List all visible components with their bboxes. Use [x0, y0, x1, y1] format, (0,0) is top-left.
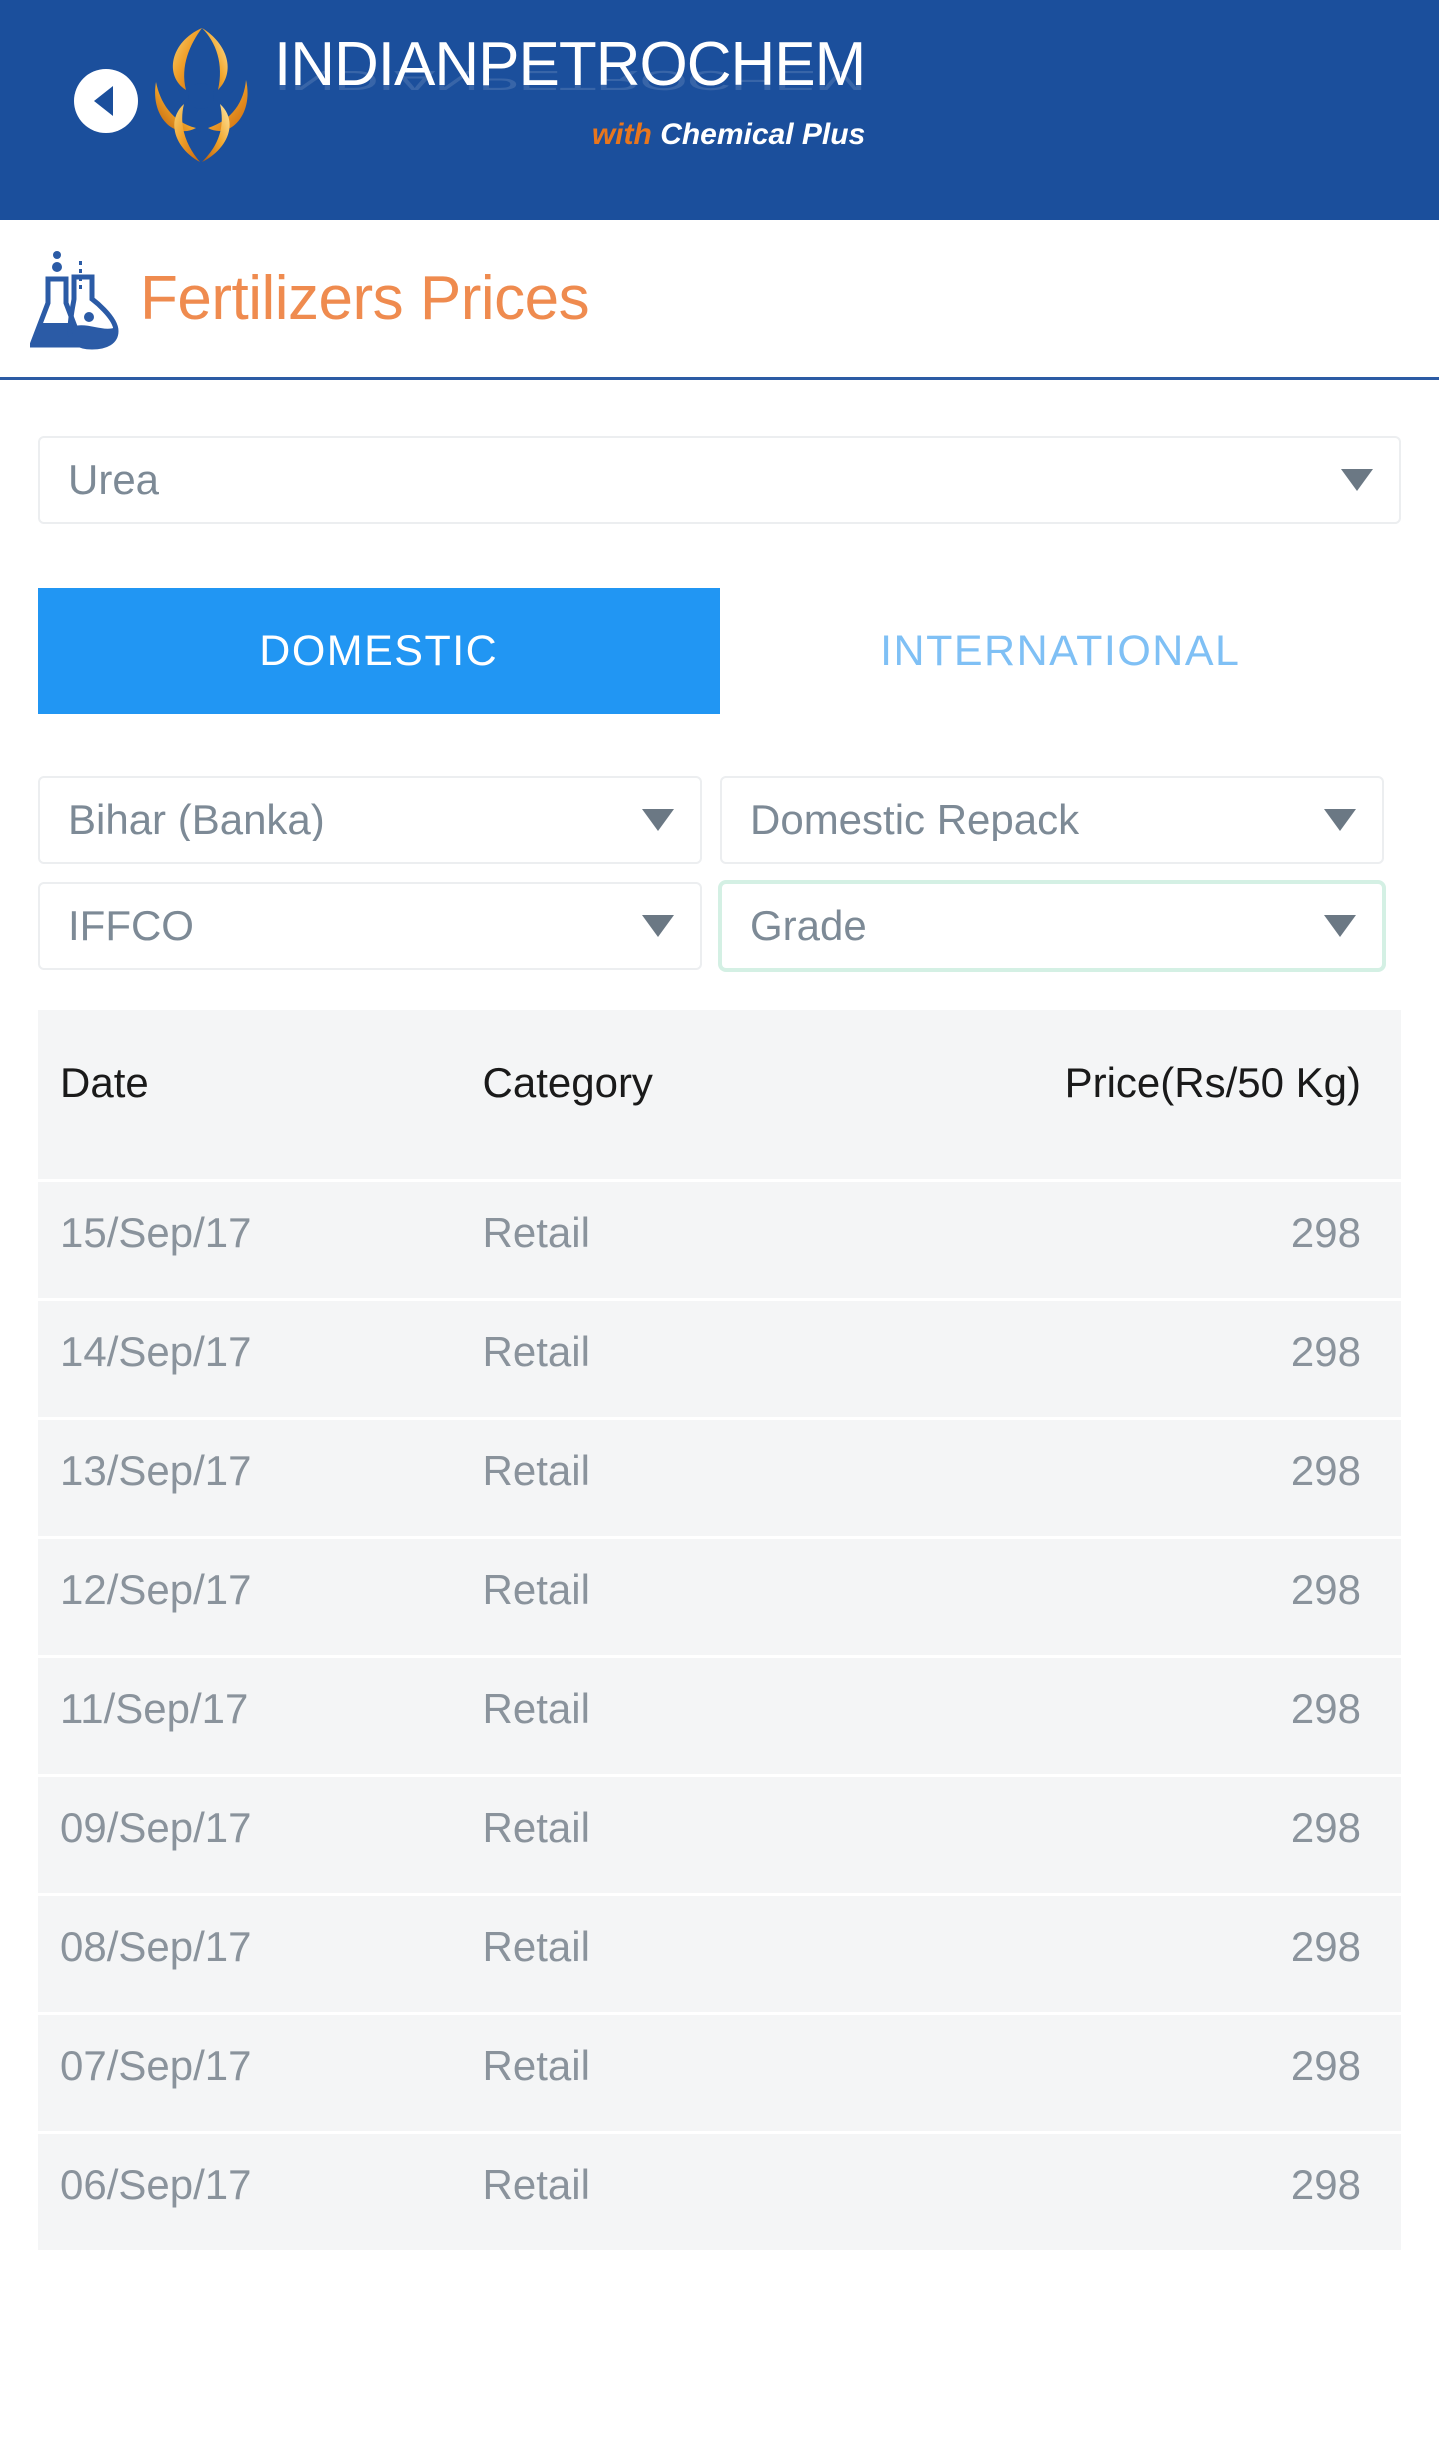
table-row[interactable]: 06/Sep/17 Retail 298	[38, 2131, 1401, 2251]
cell-price: 298	[923, 1298, 1401, 1419]
page-title-bar: Fertilizers Prices	[0, 220, 1439, 380]
table-row[interactable]: 14/Sep/17 Retail 298	[38, 1298, 1401, 1419]
table-row[interactable]: 11/Sep/17 Retail 298	[38, 1655, 1401, 1776]
brand-select[interactable]: IFFCO	[38, 882, 702, 970]
cell-price: 298	[923, 2012, 1401, 2133]
cell-date: 14/Sep/17	[38, 1298, 461, 1419]
cell-date: 07/Sep/17	[38, 2012, 461, 2133]
packaging-select-value: Domestic Repack	[750, 799, 1080, 841]
cell-category: Retail	[460, 1179, 924, 1300]
tab-international-label: INTERNATIONAL	[880, 626, 1241, 675]
table-row[interactable]: 07/Sep/17 Retail 298	[38, 2012, 1401, 2133]
brand-wordmark: INDIANPETROCHEM	[274, 30, 866, 99]
cell-category: Retail	[460, 2012, 924, 2133]
cell-date: 08/Sep/17	[38, 1893, 461, 2014]
tab-domestic[interactable]: DOMESTIC	[38, 588, 720, 714]
table-row[interactable]: 09/Sep/17 Retail 298	[38, 1774, 1401, 1895]
table-row[interactable]: 12/Sep/17 Retail 298	[38, 1536, 1401, 1657]
state-select[interactable]: Bihar (Banka)	[38, 776, 702, 864]
table-row[interactable]: 15/Sep/17 Retail 298	[38, 1179, 1401, 1300]
cell-price: 298	[923, 1179, 1401, 1300]
table-header-row: Date Category Price(Rs/50 Kg)	[38, 1010, 1401, 1181]
cell-category: Retail	[460, 1893, 924, 2014]
state-select-value: Bihar (Banka)	[68, 799, 325, 841]
column-header-date: Date	[38, 1010, 461, 1181]
cell-category: Retail	[460, 2131, 924, 2251]
lab-flask-icon	[30, 250, 119, 350]
tab-international[interactable]: INTERNATIONAL	[719, 588, 1401, 714]
product-select-value: Urea	[68, 459, 160, 501]
app-header: INDIANPETROCHEM INDIANPETROCHEM with Che…	[0, 0, 1439, 220]
packaging-select[interactable]: Domestic Repack	[720, 776, 1384, 864]
chevron-down-icon	[1341, 469, 1373, 491]
cell-date: 06/Sep/17	[38, 2131, 461, 2251]
brand-tagline: with Chemical Plus	[274, 120, 865, 150]
grade-select-value: Grade	[750, 905, 867, 947]
cell-date: 12/Sep/17	[38, 1536, 461, 1657]
grade-select[interactable]: Grade	[720, 882, 1384, 970]
table-row[interactable]: 08/Sep/17 Retail 298	[38, 1893, 1401, 2014]
chevron-down-icon	[1324, 809, 1356, 831]
cell-date: 11/Sep/17	[38, 1655, 461, 1776]
cell-date: 15/Sep/17	[38, 1179, 461, 1300]
cell-category: Retail	[460, 1536, 924, 1657]
chevron-down-icon	[642, 915, 674, 937]
product-select[interactable]: Urea	[38, 436, 1401, 524]
back-arrow-icon	[94, 86, 113, 116]
cell-category: Retail	[460, 1417, 924, 1538]
column-header-price: Price(Rs/50 Kg)	[923, 1010, 1401, 1181]
cell-price: 298	[923, 1417, 1401, 1538]
tagline-chemical-plus: Chemical Plus	[660, 118, 866, 151]
chevron-down-icon	[1324, 915, 1356, 937]
column-header-category: Category	[460, 1010, 924, 1181]
cell-price: 298	[923, 2131, 1401, 2251]
petrochem-swirl-logo-icon	[155, 28, 248, 162]
brand-logo: INDIANPETROCHEM INDIANPETROCHEM with Che…	[140, 12, 866, 170]
prices-table-head: Date Category Price(Rs/50 Kg)	[38, 1010, 1401, 1181]
cell-price: 298	[923, 1893, 1401, 2014]
chevron-down-icon	[642, 809, 674, 831]
cell-price: 298	[923, 1655, 1401, 1776]
prices-table-body: 15/Sep/17 Retail 298 14/Sep/17 Retail 29…	[38, 1179, 1401, 2251]
cell-category: Retail	[460, 1298, 924, 1419]
cell-price: 298	[923, 1774, 1401, 1895]
page-title: Fertilizers Prices	[140, 263, 590, 333]
market-tabs: DOMESTIC INTERNATIONAL	[0, 588, 1439, 714]
filter-group: Bihar (Banka) Domestic Repack IFFCO Grad…	[0, 776, 1439, 970]
tagline-with: with	[591, 118, 652, 151]
cell-date: 09/Sep/17	[38, 1774, 461, 1895]
cell-category: Retail	[460, 1774, 924, 1895]
table-row[interactable]: 13/Sep/17 Retail 298	[38, 1417, 1401, 1538]
cell-price: 298	[923, 1536, 1401, 1657]
prices-table: Date Category Price(Rs/50 Kg) 15/Sep/17 …	[38, 1010, 1401, 2251]
brand-select-value: IFFCO	[68, 905, 194, 947]
cell-date: 13/Sep/17	[38, 1417, 461, 1538]
tab-domestic-label: DOMESTIC	[259, 626, 499, 675]
cell-category: Retail	[460, 1655, 924, 1776]
back-button[interactable]	[74, 69, 138, 133]
